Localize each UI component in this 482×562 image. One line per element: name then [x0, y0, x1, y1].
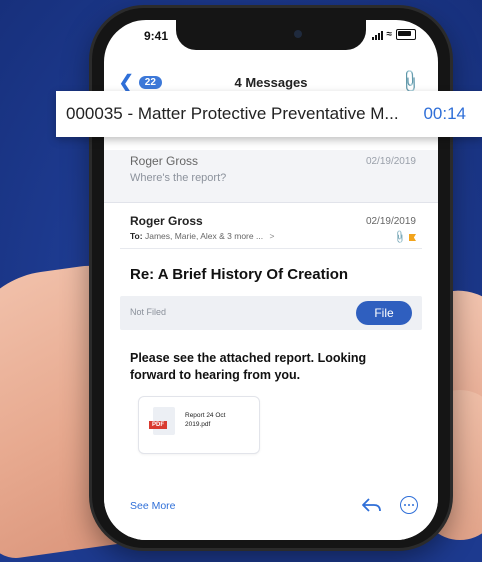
phone-frame: 9:41 ≈ ❮ 22 4 Messages 📎 Roger Gross 02/… [92, 8, 450, 548]
attachment-card[interactable]: PDF Report 24 Oct 2019.pdf [138, 396, 260, 454]
timer-value: 00:14 [423, 104, 466, 123]
message-actions: See More [104, 492, 438, 522]
sender-name: Roger Gross [130, 214, 203, 228]
message-body: Please see the attached report. Looking … [130, 351, 367, 382]
signal-icon [371, 30, 383, 40]
message-date: 02/19/2019 [365, 156, 416, 167]
reply-icon[interactable] [360, 496, 382, 514]
divider [120, 248, 422, 249]
filed-status: Not Filed [130, 307, 167, 317]
recipients-line[interactable]: To: James, Marie, Alex & 3 more ... > [130, 231, 274, 241]
message-flags: 📎 [392, 229, 416, 245]
message-preview: Where's the report? [130, 172, 227, 184]
status-time: 9:41 [144, 29, 169, 43]
attachment-icon: 📎 [392, 229, 408, 245]
to-label: To: [130, 231, 143, 241]
message-row-previous[interactable]: Roger Gross 02/19/2019 Where's the repor… [104, 150, 438, 203]
matter-timer-banner[interactable]: 000035 - Matter Protective Preventative … [56, 91, 482, 137]
status-icons: ≈ [371, 29, 416, 40]
message-open: Roger Gross 02/19/2019 To: James, Marie,… [104, 204, 438, 540]
wifi-icon: ≈ [386, 29, 393, 40]
sender-name: Roger Gross [130, 154, 199, 168]
camera-icon [294, 30, 302, 38]
battery-icon [396, 29, 416, 40]
recipients: James, Marie, Alex & 3 more ... [144, 231, 264, 241]
filing-bar: Not Filed File [120, 296, 422, 330]
notch [176, 20, 366, 50]
message-subject: Re: A Brief History Of Creation [130, 266, 349, 283]
file-button[interactable]: File [356, 301, 412, 325]
more-options-icon[interactable] [400, 496, 418, 514]
matter-name: 000035 - Matter Protective Preventative … [66, 104, 399, 123]
attachment-name: Report 24 Oct 2019.pdf [185, 412, 226, 428]
pdf-file-icon: PDF [149, 407, 175, 435]
nav-title: 4 Messages [234, 75, 308, 90]
see-more-link[interactable]: See More [130, 500, 176, 512]
chevron-right-icon: > [269, 231, 275, 241]
message-date: 02/19/2019 [365, 216, 416, 227]
flag-icon [409, 234, 416, 241]
pdf-label: PDF [149, 421, 167, 429]
